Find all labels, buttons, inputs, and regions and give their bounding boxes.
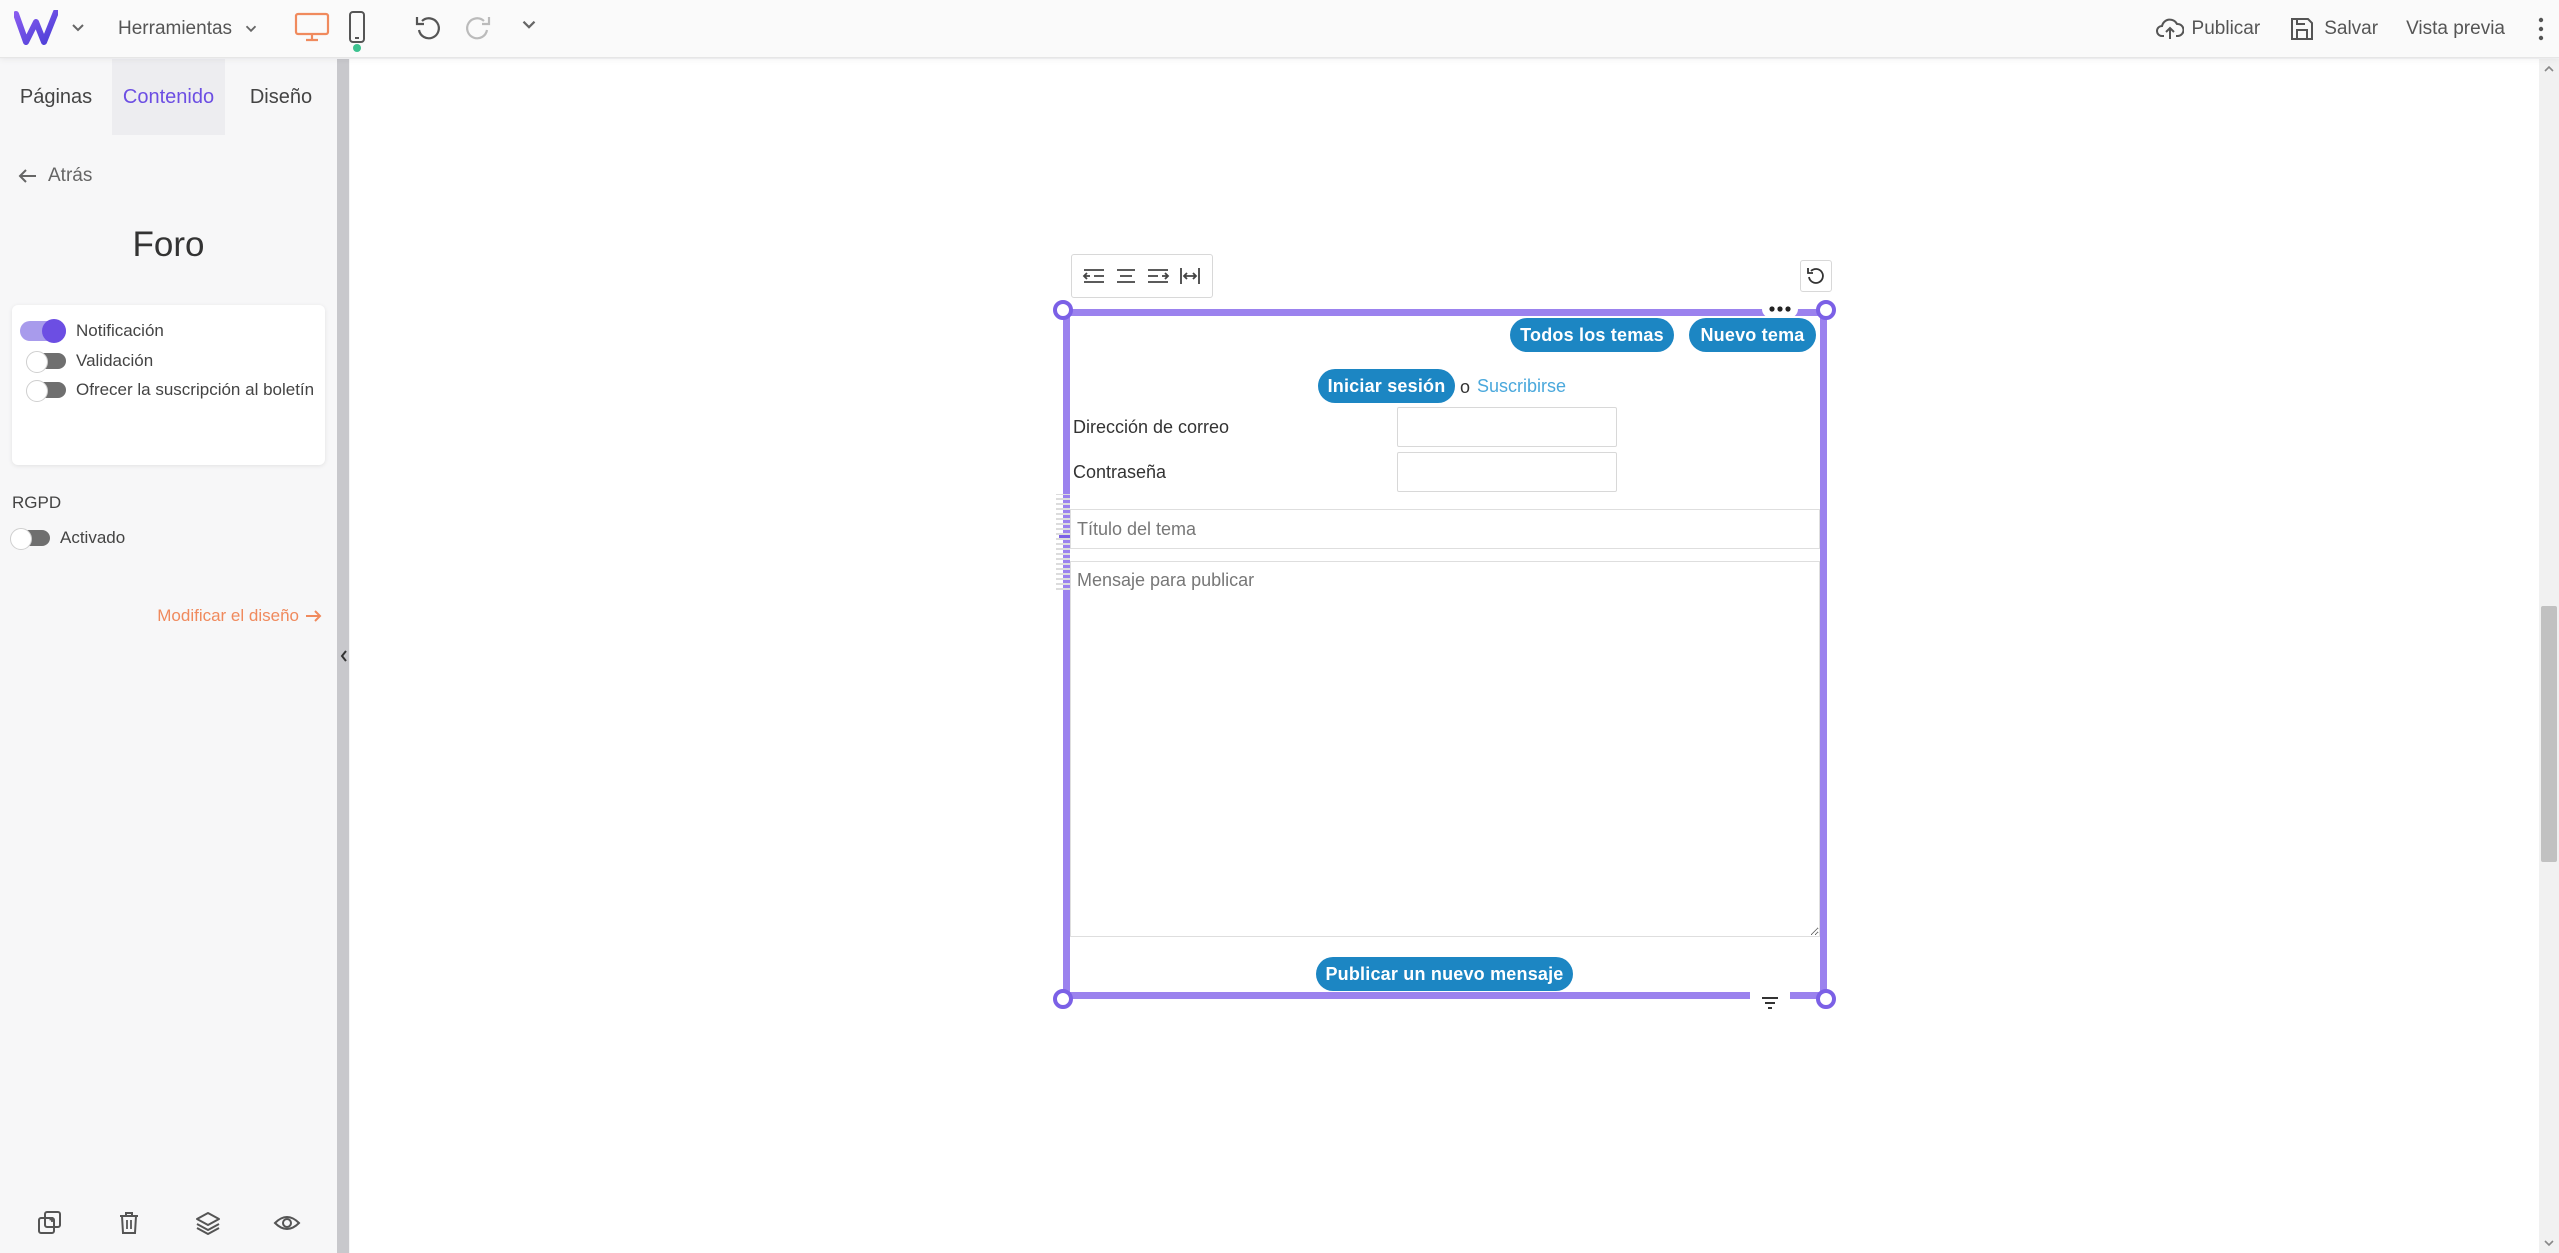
back-link[interactable]: Atrás [18, 165, 92, 187]
panel-title: Foro [132, 225, 205, 264]
align-center-icon[interactable] [1114, 264, 1138, 288]
message-textarea[interactable] [1070, 561, 1820, 937]
toggle-row-notification: Notificación [20, 319, 164, 343]
resize-handle-top-right[interactable] [1816, 300, 1836, 320]
toggle-row-newsletter: Ofrecer la suscripción al boletín [20, 380, 315, 402]
save-icon [2291, 18, 2314, 40]
chevron-down-icon [245, 25, 257, 33]
rgpd-switch[interactable] [10, 528, 50, 550]
top-bar: Herramientas Publicar Salvar Vista previ… [0, 0, 2559, 58]
publish-label: Publicar [2191, 18, 2261, 39]
email-field[interactable] [1397, 407, 1617, 447]
tools-menu-label: Herramientas [118, 18, 233, 39]
tab-pages[interactable]: Páginas [0, 59, 112, 135]
arrow-right-icon [306, 610, 322, 622]
validation-label: Validación [76, 351, 154, 370]
active-device-indicator [353, 44, 361, 52]
sidebar-tabs: Páginas Contenido Diseño [0, 59, 337, 135]
email-label: Dirección de correo [1073, 417, 1230, 437]
toggle-row-rgpd: Activado [6, 528, 126, 550]
tab-content[interactable]: Contenido [112, 59, 225, 135]
rgpd-toggle-label: Activado [60, 528, 126, 547]
modify-design-label: Modificar el diseño [157, 606, 299, 625]
collapse-sidebar-icon[interactable] [338, 646, 350, 666]
newsletter-switch[interactable] [26, 380, 66, 402]
sidebar: Páginas Contenido Diseño Atrás Foro Noti… [0, 59, 337, 1253]
layers-icon[interactable] [194, 1209, 222, 1237]
top-actions: Publicar Salvar Vista previa [2155, 0, 2559, 58]
or-text: o [1460, 377, 1471, 397]
newsletter-label: Ofrecer la suscripción al boletín [76, 380, 315, 399]
redo-icon[interactable] [462, 12, 494, 44]
subscribe-link[interactable]: Suscribirse [1477, 376, 1566, 397]
reset-button[interactable] [1800, 260, 1832, 292]
arrow-left-icon [18, 169, 36, 183]
resize-handle-top-left[interactable] [1053, 300, 1073, 320]
password-field[interactable] [1397, 452, 1617, 492]
save-label: Salvar [2324, 18, 2379, 39]
resize-handle-bottom-left[interactable] [1053, 989, 1073, 1009]
scroll-down-icon[interactable] [2544, 1238, 2554, 1248]
publish-button[interactable]: Publicar [2155, 15, 2261, 43]
password-label: Contraseña [1073, 462, 1167, 482]
new-topic-button[interactable]: Nuevo tema [1689, 318, 1816, 352]
notification-switch[interactable] [20, 319, 66, 343]
more-horizontal-icon [1769, 306, 1791, 312]
undo-icon[interactable] [412, 12, 444, 44]
reset-icon [1807, 268, 1824, 284]
preview-label: Vista previa [2406, 18, 2505, 39]
filter-icon [1762, 997, 1778, 1009]
align-right-icon[interactable] [1146, 264, 1170, 288]
save-button[interactable]: Salvar [2288, 15, 2378, 43]
toggle-row-validation: Validación [20, 351, 154, 373]
modify-design-link[interactable]: Modificar el diseño [157, 606, 323, 626]
trash-icon[interactable] [115, 1209, 143, 1237]
eye-icon[interactable] [273, 1209, 301, 1237]
duplicate-icon[interactable] [36, 1209, 64, 1237]
resize-handle-bottom-right[interactable] [1816, 989, 1836, 1009]
align-left-icon[interactable] [1082, 264, 1106, 288]
sidebar-footer [0, 1193, 337, 1253]
topic-title-input[interactable] [1070, 509, 1820, 549]
tab-design[interactable]: Diseño [225, 59, 337, 135]
preview-button[interactable]: Vista previa [2406, 18, 2505, 40]
scroll-up-icon[interactable] [2544, 64, 2554, 74]
widget-settings-button[interactable] [1750, 989, 1790, 1017]
tools-menu-button[interactable]: Herramientas [118, 12, 260, 46]
mobile-icon[interactable] [344, 10, 370, 44]
all-topics-button[interactable]: Todos los temas [1510, 318, 1674, 352]
rgpd-section-label: RGPD [12, 493, 62, 512]
widget-options-button[interactable] [1762, 300, 1798, 318]
drag-handle[interactable] [1056, 494, 1070, 590]
chevron-down-icon[interactable] [68, 18, 88, 38]
chevron-down-icon[interactable] [518, 14, 540, 36]
full-width-icon[interactable] [1178, 264, 1202, 288]
login-button[interactable]: Iniciar sesión [1318, 369, 1455, 403]
notification-label: Notificación [76, 321, 164, 340]
desktop-icon[interactable] [294, 12, 330, 42]
w-logo-icon[interactable] [14, 10, 58, 46]
cloud-upload-icon [2155, 18, 2184, 39]
back-label: Atrás [48, 165, 93, 186]
kebab-icon[interactable] [2533, 14, 2549, 44]
publish-message-button[interactable]: Publicar un nuevo mensaje [1316, 957, 1573, 991]
scrollbar-thumb[interactable] [2541, 606, 2557, 862]
alignment-toolbar [1071, 254, 1213, 298]
validation-switch[interactable] [26, 351, 66, 373]
options-card: Notificación Validación Ofrecer la suscr… [12, 305, 325, 465]
